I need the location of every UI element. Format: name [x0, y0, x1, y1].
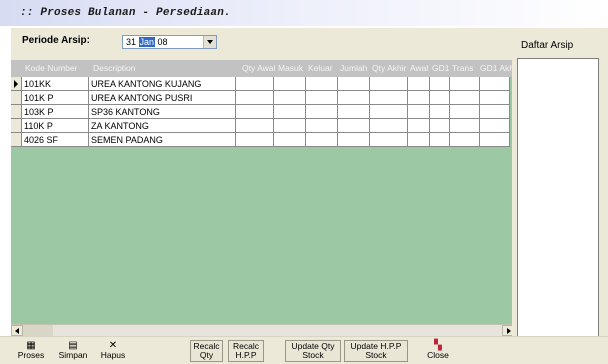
cell-empty[interactable] [480, 105, 510, 119]
cell-empty[interactable] [450, 91, 480, 105]
cell-empty[interactable] [480, 119, 510, 133]
cell-description[interactable]: ZA KANTONG [89, 119, 236, 133]
cell-empty[interactable] [408, 133, 430, 147]
cell-empty[interactable] [274, 133, 306, 147]
column-header-description[interactable]: Description [93, 63, 136, 73]
hapus-button[interactable]: ✕ Hapus [96, 340, 130, 362]
daftar-arsip-panel: Daftar Arsip [512, 28, 608, 351]
cell-empty[interactable] [274, 77, 306, 91]
cell-kode[interactable]: 110K P [22, 119, 89, 133]
cell-empty[interactable] [430, 91, 450, 105]
update-qty-stock-button[interactable]: Update Qty Stock [285, 340, 341, 362]
cell-empty[interactable] [480, 133, 510, 147]
cell-empty[interactable] [236, 119, 274, 133]
cell-empty[interactable] [306, 91, 338, 105]
column-header-gd1[interactable]: GD1 [432, 63, 449, 73]
cell-empty[interactable] [408, 119, 430, 133]
column-header-qty-akhir[interactable]: Qty Akhir [372, 63, 406, 73]
cell-empty[interactable] [306, 133, 338, 147]
cell-empty[interactable] [480, 91, 510, 105]
cell-empty[interactable] [370, 77, 408, 91]
table-row[interactable]: 101KK UREA KANTONG KUJANG [11, 77, 510, 91]
close-button[interactable]: ▚ Close [424, 340, 452, 362]
cell-empty[interactable] [338, 105, 370, 119]
cell-empty[interactable] [430, 105, 450, 119]
cell-empty[interactable] [450, 133, 480, 147]
stock-grid[interactable]: Kode Number Description Qty Awal Masuk K… [11, 60, 514, 326]
cell-kode[interactable]: 103K P [22, 105, 89, 119]
horizontal-scrollbar[interactable] [11, 324, 514, 336]
cell-description[interactable]: UREA KANTONG KUJANG [89, 77, 236, 91]
cell-empty[interactable] [370, 133, 408, 147]
chevron-down-icon[interactable] [203, 36, 216, 48]
cell-empty[interactable] [236, 105, 274, 119]
column-header-gd1-akhir[interactable]: GD1 Akhir [480, 63, 514, 73]
cell-empty[interactable] [306, 77, 338, 91]
cell-empty[interactable] [338, 133, 370, 147]
current-row-indicator-icon[interactable] [11, 77, 22, 91]
cell-empty[interactable] [480, 77, 510, 91]
cell-empty[interactable] [306, 119, 338, 133]
cell-description[interactable]: SEMEN PADANG [89, 133, 236, 147]
table-row[interactable]: 103K P SP36 KANTONG [11, 105, 510, 119]
scrollbar-thumb[interactable] [23, 325, 53, 336]
column-header-keluar[interactable]: Keluar [308, 63, 333, 73]
window-title-bar: :: Proses Bulanan - Persediaan. [0, 0, 608, 26]
grid-header: Kode Number Description Qty Awal Masuk K… [11, 60, 514, 77]
row-selector[interactable] [11, 91, 22, 105]
cell-kode[interactable]: 101KK [22, 77, 89, 91]
cell-empty[interactable] [236, 91, 274, 105]
cell-empty[interactable] [430, 77, 450, 91]
column-header-qty-awal[interactable]: Qty Awal [242, 63, 275, 73]
cell-description[interactable]: SP36 KANTONG [89, 105, 236, 119]
cell-empty[interactable] [430, 133, 450, 147]
cell-kode[interactable]: 101K P [22, 91, 89, 105]
cell-empty[interactable] [236, 133, 274, 147]
daftar-arsip-label: Daftar Arsip [521, 40, 574, 51]
recalc-hpp-button[interactable]: Recalc H.P.P [228, 340, 264, 362]
row-selector[interactable] [11, 133, 22, 147]
daftar-arsip-list[interactable] [517, 58, 599, 351]
cell-empty[interactable] [338, 91, 370, 105]
period-label: Periode Arsip: [22, 35, 90, 46]
cell-empty[interactable] [408, 105, 430, 119]
cell-empty[interactable] [274, 105, 306, 119]
window-title: :: Proses Bulanan - Persediaan. [20, 7, 231, 19]
cell-empty[interactable] [370, 105, 408, 119]
proses-button[interactable]: ▦ Proses [12, 340, 50, 362]
cell-empty[interactable] [370, 91, 408, 105]
table-row[interactable]: 4026 SF SEMEN PADANG [11, 133, 510, 147]
cell-empty[interactable] [274, 91, 306, 105]
column-header-masuk[interactable]: Masuk [278, 63, 303, 73]
cell-empty[interactable] [450, 77, 480, 91]
cell-kode[interactable]: 4026 SF [22, 133, 89, 147]
column-header-jumlah[interactable]: Jumlah [340, 63, 367, 73]
row-selector[interactable] [11, 119, 22, 133]
cell-empty[interactable] [408, 77, 430, 91]
cell-empty[interactable] [274, 119, 306, 133]
column-header-kode[interactable]: Kode Number [25, 63, 77, 73]
cell-empty[interactable] [236, 77, 274, 91]
cell-empty[interactable] [338, 77, 370, 91]
period-combobox[interactable]: 31 Jan 08 [122, 35, 217, 49]
period-value[interactable]: 31 Jan 08 [126, 37, 168, 47]
cell-empty[interactable] [450, 119, 480, 133]
scroll-left-icon[interactable] [11, 325, 23, 336]
table-row[interactable]: 101K P UREA KANTONG PUSRI [11, 91, 510, 105]
simpan-button[interactable]: ▤ Simpan [56, 340, 90, 362]
recalc-qty-button[interactable]: Recalc Qty [190, 340, 223, 362]
column-header-trans[interactable]: Trans [452, 63, 473, 73]
update-hpp-stock-button[interactable]: Update H.P.P Stock [344, 340, 408, 362]
cell-empty[interactable] [408, 91, 430, 105]
cell-empty[interactable] [306, 105, 338, 119]
column-header-awal[interactable]: Awal [410, 63, 428, 73]
row-selector[interactable] [11, 105, 22, 119]
cell-empty[interactable] [338, 119, 370, 133]
cell-description[interactable]: UREA KANTONG PUSRI [89, 91, 236, 105]
cell-empty[interactable] [370, 119, 408, 133]
cell-empty[interactable] [430, 119, 450, 133]
table-row[interactable]: 110K P ZA KANTONG [11, 119, 510, 133]
cell-empty[interactable] [450, 105, 480, 119]
